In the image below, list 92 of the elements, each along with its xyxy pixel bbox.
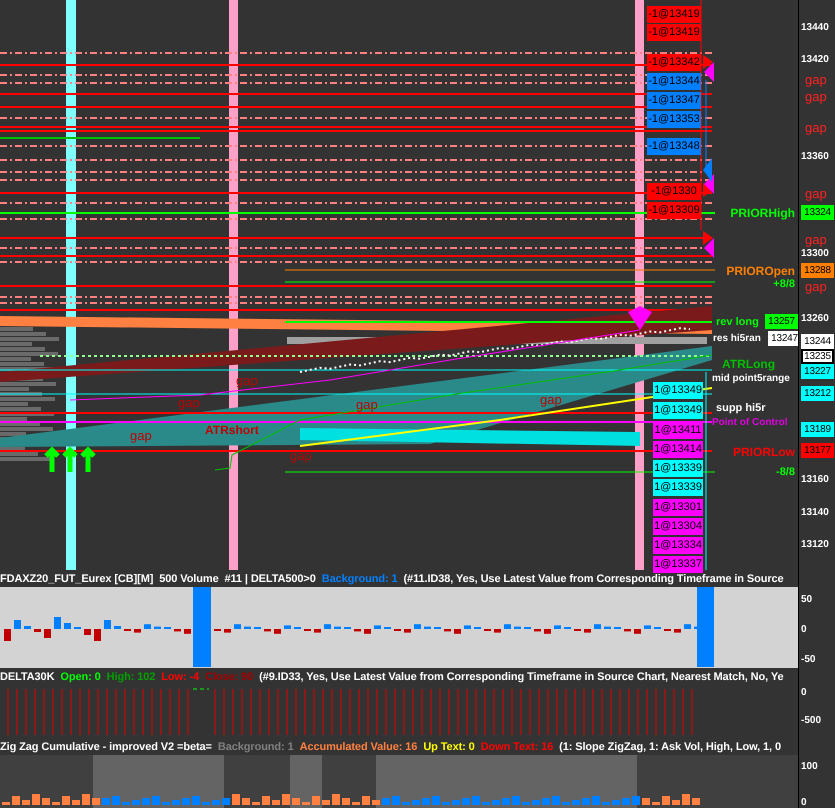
price-badge: 13247 bbox=[768, 331, 801, 346]
axis-tick-label: -50 bbox=[801, 653, 816, 666]
sell-order-tag[interactable]: -1@13347 bbox=[647, 92, 701, 109]
triangle-marker bbox=[703, 231, 713, 245]
price-badge: 13288 bbox=[801, 263, 834, 278]
buy-order-tag[interactable]: 1@13337 bbox=[653, 556, 703, 573]
gap-label: gap bbox=[805, 121, 827, 135]
level-label: mid point5range bbox=[712, 372, 790, 386]
axis-tick-label: 13300 bbox=[801, 247, 829, 260]
price-badge: 13324 bbox=[801, 205, 834, 220]
price-badge: 13177 bbox=[801, 443, 834, 458]
sell-order-tag[interactable]: -1@13309 bbox=[647, 202, 701, 219]
price-badge: 13244 bbox=[801, 334, 834, 349]
level-label: PRIORHigh bbox=[730, 206, 795, 220]
axis-tick-label: -500 bbox=[801, 714, 822, 727]
level-label: res hi5ran bbox=[713, 332, 761, 346]
buy-order-tag[interactable]: 1@13349 bbox=[653, 402, 703, 419]
study-parameter: Down Text: 16 bbox=[480, 740, 554, 752]
triangle-marker bbox=[704, 62, 714, 82]
study-parameter: Low: -4 bbox=[161, 670, 200, 682]
level-label: +8/8 bbox=[773, 278, 795, 291]
price-badge: 13235 bbox=[801, 349, 834, 364]
up-arrow-icon bbox=[80, 446, 96, 474]
level-label: PRIOROpen bbox=[726, 264, 795, 278]
sell-order-tag[interactable]: -1@13348 bbox=[647, 138, 701, 155]
axis-tick-label: 13140 bbox=[801, 506, 829, 519]
level-label: PRIORLow bbox=[733, 445, 795, 459]
gap-label: gap bbox=[290, 449, 312, 463]
sell-order-tag[interactable]: -1@13419 bbox=[647, 24, 701, 41]
buy-order-tag[interactable]: 1@13411 bbox=[653, 422, 703, 439]
study-parameter: Close: 90 bbox=[205, 670, 254, 682]
study-title: FDAXZ20_FUT_Eurex [CB][M] 500 Volume #11 | DELTA500>0 bbox=[0, 572, 316, 584]
study-parameter: (1: Slope ZigZag, 1: Ask Vol, High, Low, 1, 0 bbox=[559, 740, 781, 752]
axis-tick-label: 0 bbox=[801, 796, 807, 808]
study-parameter: Open: 0 bbox=[60, 670, 101, 682]
gap-label: gap bbox=[540, 393, 562, 407]
price-badge: 13189 bbox=[801, 422, 834, 437]
study-parameter: High: 102 bbox=[106, 670, 156, 682]
up-arrow-icon bbox=[62, 446, 78, 474]
axis-tick-label: 13160 bbox=[801, 473, 829, 486]
axis-tick-label: 13440 bbox=[801, 21, 829, 34]
study-title: DELTA30K bbox=[0, 670, 54, 682]
study-parameter: Background: 1 bbox=[322, 572, 398, 584]
level-label: -8/8 bbox=[776, 465, 795, 479]
buy-order-tag[interactable]: 1@13334 bbox=[653, 537, 703, 554]
axis-tick-label: 13360 bbox=[801, 150, 829, 163]
price-badge: 13257 bbox=[765, 314, 798, 329]
price-badge: 13227 bbox=[801, 364, 834, 379]
buy-order-tag[interactable]: 1@13349 bbox=[653, 382, 703, 399]
gap-label: gap bbox=[805, 187, 827, 201]
sell-order-tag[interactable]: -1@13419 bbox=[647, 6, 701, 23]
gap-label: gap bbox=[805, 73, 827, 87]
buy-order-tag[interactable]: 1@13339 bbox=[653, 460, 703, 477]
dashed-marker bbox=[192, 688, 210, 690]
triangle-marker bbox=[704, 238, 714, 258]
gap-label: gap bbox=[130, 429, 152, 443]
sell-order-tag[interactable]: -1@13344 bbox=[647, 73, 701, 90]
gap-label: gap bbox=[178, 396, 200, 410]
study-parameter: Accumulated Value: 16 bbox=[300, 740, 418, 752]
axis-tick-label: 0 bbox=[801, 686, 807, 699]
study-parameter: (#11.ID38, Yes, Use Latest Value from Corresponding Timeframe in Source bbox=[403, 572, 784, 584]
buy-order-tag[interactable]: 1@13301 bbox=[653, 499, 703, 516]
level-label: Point of Control bbox=[712, 416, 788, 430]
background-region bbox=[290, 755, 322, 808]
level-label: ATRshort bbox=[205, 423, 259, 437]
price-badge: 13212 bbox=[801, 386, 834, 401]
axis-tick-label: 13260 bbox=[801, 312, 829, 325]
diamond-marker bbox=[628, 306, 652, 330]
sell-order-tag[interactable]: -1@13342 bbox=[647, 54, 701, 71]
triangle-marker bbox=[703, 55, 713, 69]
buy-order-tag[interactable]: 1@13304 bbox=[653, 518, 703, 535]
gap-label: gap bbox=[356, 398, 378, 412]
study-parameter: Background: 1 bbox=[218, 740, 294, 752]
gap-label: gap bbox=[805, 90, 827, 104]
gap-label: gap bbox=[805, 280, 827, 294]
study-title: Zig Zag Cumulative - improved V2 =beta= bbox=[0, 740, 212, 752]
level-label: supp hi5r bbox=[716, 401, 766, 415]
axis-tick-label: 50 bbox=[801, 593, 812, 606]
axis-tick-label: 0 bbox=[801, 623, 807, 636]
sell-order-tag[interactable]: -1@1330 bbox=[647, 183, 701, 200]
level-label: ATRLong bbox=[722, 357, 776, 371]
study-parameter: (#9.ID33, Yes, Use Latest Value from Corresponding Timeframe in Source Chart, Nearest Match, No, Ye bbox=[259, 670, 784, 682]
up-arrow-icon bbox=[44, 446, 60, 474]
buy-order-tag[interactable]: 1@13414 bbox=[653, 441, 703, 458]
gap-label: gap bbox=[805, 233, 827, 247]
buy-order-tag[interactable]: 1@13339 bbox=[653, 479, 703, 496]
level-label: rev long bbox=[716, 315, 759, 329]
sell-order-tag[interactable]: -1@13353 bbox=[647, 111, 701, 128]
axis-tick-label: 13120 bbox=[801, 538, 829, 551]
axis-tick-label: 13420 bbox=[801, 53, 829, 66]
study-parameter: Up Text: 0 bbox=[423, 740, 475, 752]
axis-tick-label: 100 bbox=[801, 760, 818, 773]
